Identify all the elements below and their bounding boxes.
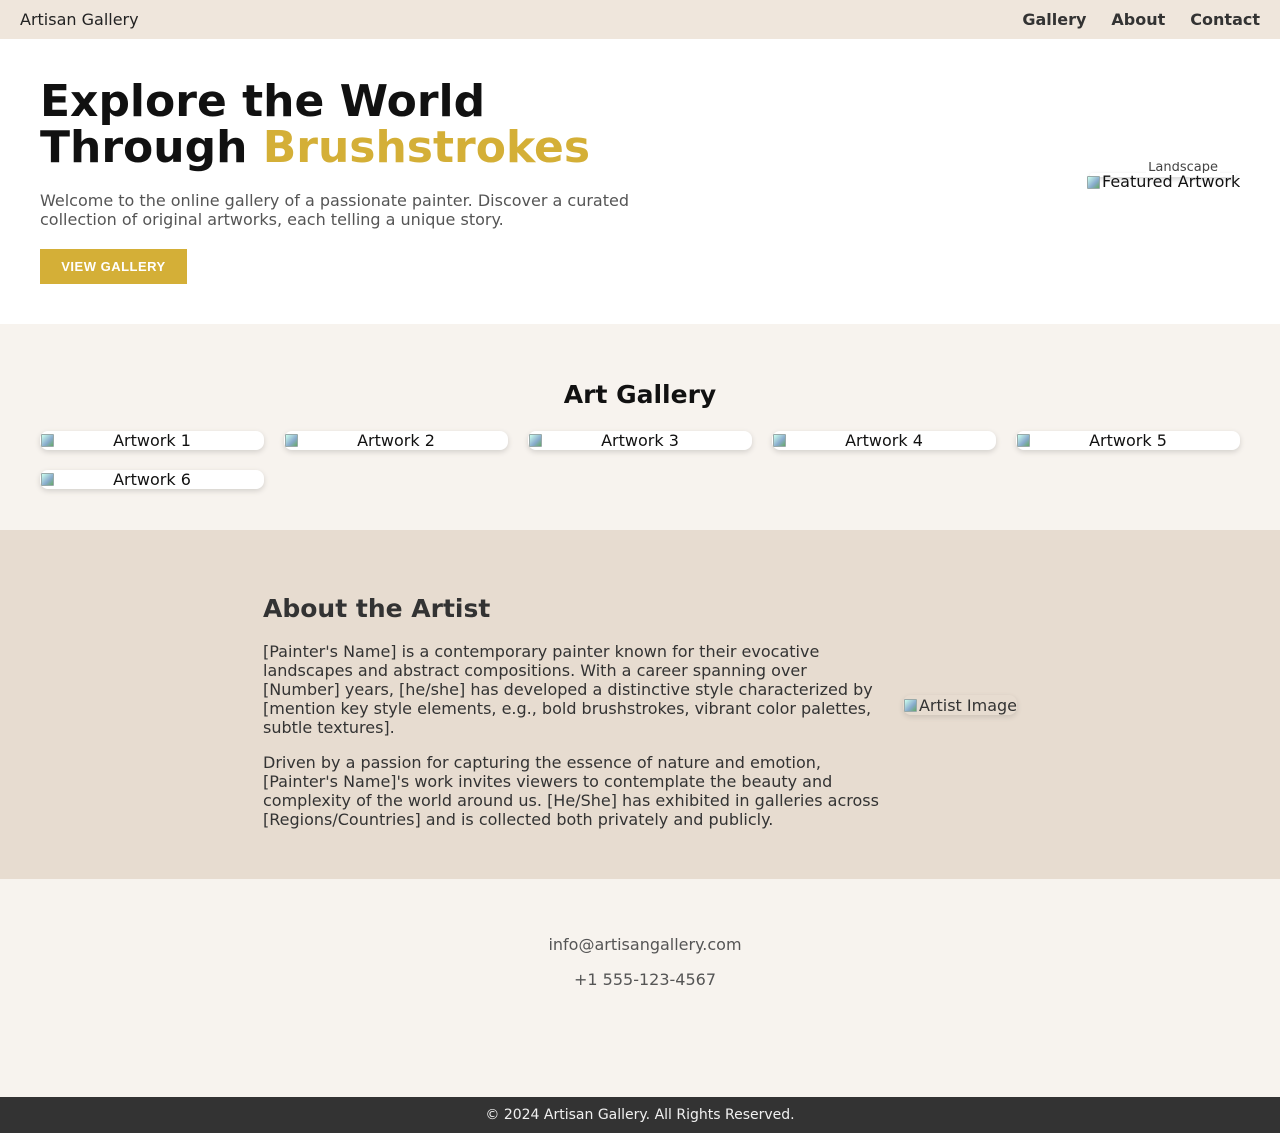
hero-title-line1: Explore the World [40,76,486,127]
top-navigation: Artisan Gallery Gallery About Contact [0,0,1280,39]
contact-phone[interactable]: +1 555-123-4567 [0,970,1280,989]
hero-intro: Welcome to the online gallery of a passi… [40,191,629,229]
artwork-label: Artwork 5 [1089,431,1167,450]
nav-links: Gallery About Contact [1022,10,1260,29]
artwork-card[interactable]: Artwork 2 [284,431,508,450]
broken-image-icon [1016,432,1030,448]
artwork-label: Artwork 2 [357,431,435,450]
about-title: About the Artist [263,594,491,623]
view-gallery-button[interactable]: VIEW GALLERY [40,249,187,284]
contact-section: info@artisangallery.com +1 555-123-4567 [0,879,1280,1097]
artist-image: Artist Image [903,695,1017,715]
site-brand[interactable]: Artisan Gallery [20,10,139,29]
hero-title-prefix: Through [40,122,263,173]
artwork-grid: Artwork 1 Artwork 2 Artwork 3 Artwork 4 … [40,431,1240,489]
site-footer: © 2024 Artisan Gallery. All Rights Reser… [0,1097,1280,1133]
hero-section: Explore the World Through Brushstrokes W… [0,39,1280,324]
hero-title-accent: Brushstrokes [262,122,591,173]
about-paragraph-2: Driven by a passion for capturing the es… [263,753,879,829]
broken-image-icon [1086,174,1100,190]
nav-link-gallery[interactable]: Gallery [1022,10,1086,29]
broken-image-icon [40,471,54,487]
gallery-title: Art Gallery [563,380,717,409]
about-section: About the Artist [Painter's Name] is a c… [0,530,1280,879]
artwork-card[interactable]: Artwork 1 [40,431,264,450]
artist-image-alt: Artist Image [918,695,1017,715]
broken-image-icon [772,432,786,448]
contact-email[interactable]: info@artisangallery.com [0,935,1280,954]
nav-link-about[interactable]: About [1111,10,1165,29]
gallery-section: Art Gallery Artwork 1 Artwork 2 Artwork … [0,324,1280,530]
featured-artwork-alt: Featured Artwork [1102,172,1240,191]
hero-title: Explore the World Through Brushstrokes [40,79,660,171]
footer-copyright: © 2024 Artisan Gallery. All Rights Reser… [485,1107,795,1123]
broken-image-icon [40,432,54,448]
featured-artwork[interactable]: Landscape Featured Artwork [1086,162,1240,200]
artwork-card[interactable]: Artwork 5 [1016,431,1240,450]
about-paragraph-1: [Painter's Name] is a contemporary paint… [263,642,873,737]
artwork-label: Artwork 3 [601,431,679,450]
artwork-label: Artwork 6 [113,470,191,489]
artwork-card[interactable]: Artwork 6 [40,470,264,489]
artwork-label: Artwork 1 [113,431,191,450]
broken-image-icon [284,432,298,448]
broken-image-icon [903,697,917,713]
artwork-card[interactable]: Artwork 3 [528,431,752,450]
artwork-card[interactable]: Artwork 4 [772,431,996,450]
nav-link-contact[interactable]: Contact [1190,10,1260,29]
broken-image-icon [528,432,542,448]
artwork-label: Artwork 4 [845,431,923,450]
featured-artwork-image: Featured Artwork [1086,172,1240,191]
